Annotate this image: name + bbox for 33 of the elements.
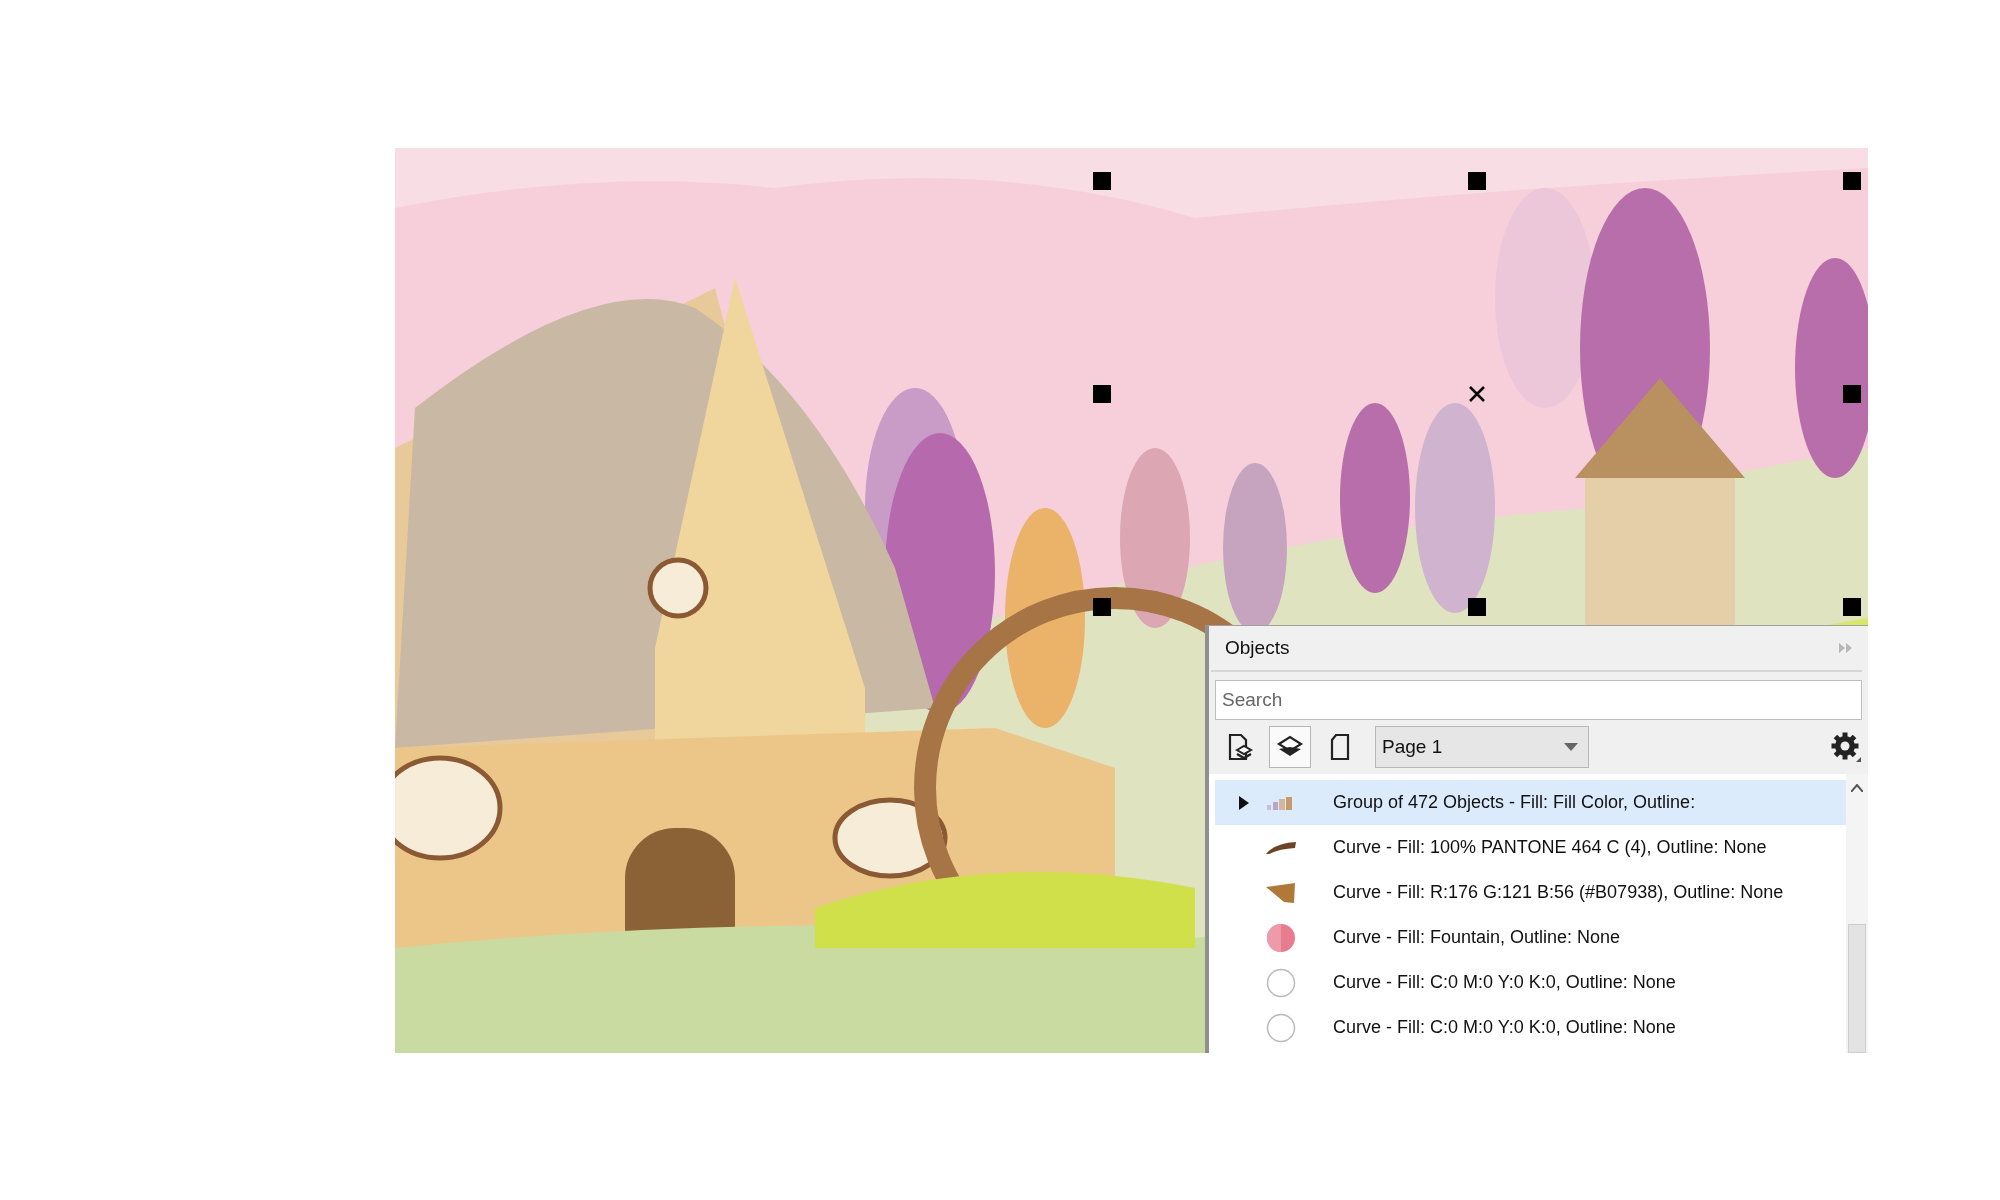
selection-handle-icon[interactable] [1468, 598, 1486, 616]
search-field[interactable]: Search [1215, 680, 1862, 720]
scroll-up-icon[interactable] [1851, 784, 1863, 792]
circle-thumbnail-icon [1266, 1012, 1296, 1043]
object-row[interactable]: Curve - Fill: Fountain, Outline: None [1215, 915, 1846, 960]
collapse-panel-icon[interactable] [1838, 642, 1854, 654]
selection-handle-icon[interactable] [1093, 385, 1111, 403]
object-row[interactable]: Curve - Fill: C:0 M:0 Y:0 K:0, Outline: None [1215, 960, 1846, 1005]
page-icon [1329, 733, 1351, 761]
page-dropdown[interactable]: Page 1 [1375, 726, 1589, 768]
selection-handle-icon[interactable] [1093, 172, 1111, 190]
object-row[interactable]: Curve - Fill: R:176 G:121 B:56 (#B07938), Outline: None [1215, 870, 1846, 915]
rotation-center-icon[interactable] [1468, 385, 1486, 403]
dropdown-caret-icon [1564, 743, 1578, 751]
selection-handle-icon[interactable] [1843, 385, 1861, 403]
curve-thumbnail-icon [1265, 840, 1297, 855]
object-row[interactable]: Group of 472 Objects - Fill: Fill Color, Outline: [1215, 780, 1846, 825]
circle-thumbnail-icon [1266, 922, 1296, 953]
curve-thumbnail-icon [1266, 882, 1296, 903]
settings-icon[interactable] [1830, 731, 1862, 763]
layers-button[interactable] [1269, 726, 1311, 768]
page-layers-icon [1226, 732, 1254, 762]
object-row[interactable]: Curve - Fill: C:0 M:0 Y:0 K:0, Outline: None [1215, 1005, 1846, 1050]
scrollbar-thumb[interactable] [1848, 924, 1866, 1053]
scrollbar[interactable] [1846, 774, 1868, 1053]
circle-thumbnail-icon [1266, 967, 1296, 998]
selection-handle-icon[interactable] [1093, 598, 1111, 616]
selection-handle-icon[interactable] [1843, 172, 1861, 190]
panel-title: Objects [1225, 637, 1290, 659]
selection-handle-icon[interactable] [1468, 172, 1486, 190]
object-row[interactable]: Curve - Fill: 100% PANTONE 464 C (4), Outline: None [1215, 825, 1846, 870]
expand-arrow-icon[interactable] [1239, 795, 1249, 810]
selection-handle-icon[interactable] [1843, 598, 1861, 616]
